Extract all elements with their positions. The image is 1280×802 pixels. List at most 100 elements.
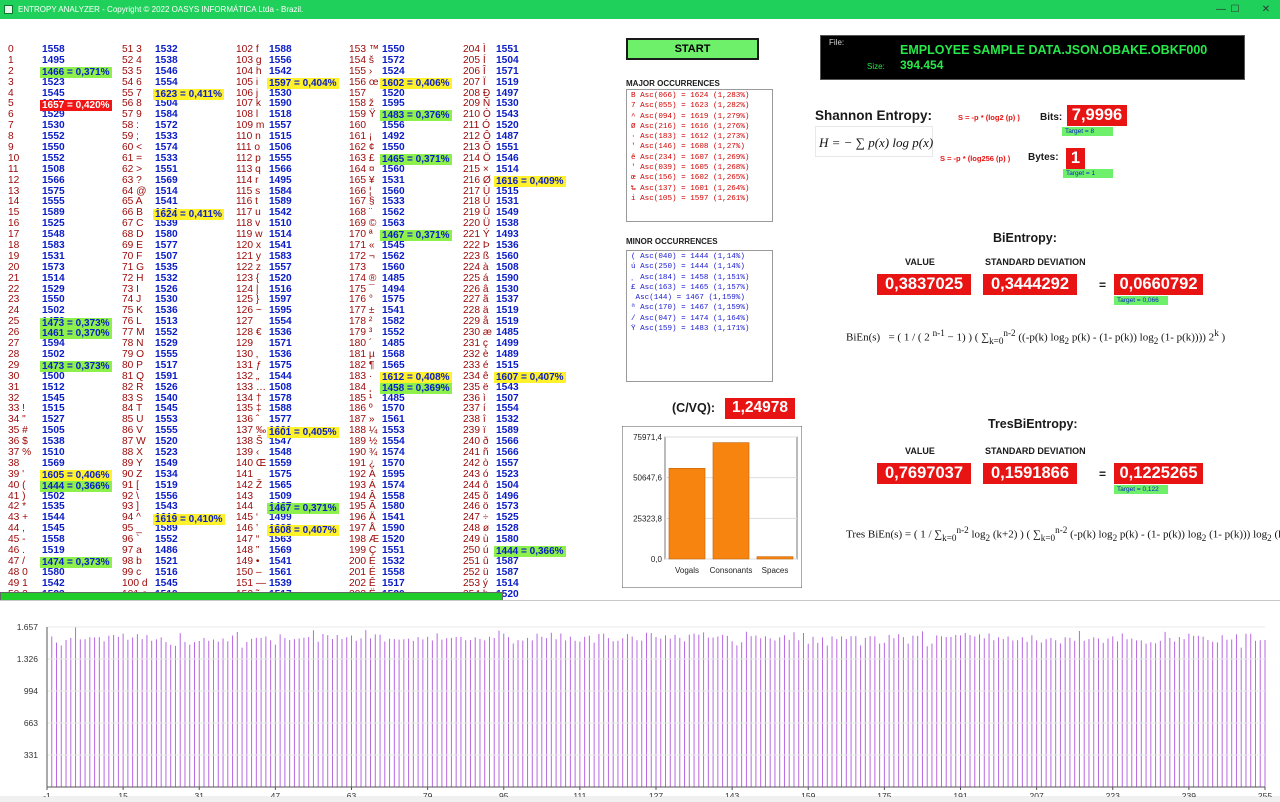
maximize-button[interactable]: ☐ [1221,0,1249,19]
minor-occurrence-item: / Asc(047) = 1474 (1,164%) [631,314,750,323]
bientropy-result: 0,0660792 [1114,274,1203,295]
bar [712,442,750,560]
frequency-graph: 1.657 1.326 994 663 331 -1 15 31 47 63 79 95 111 127 1… [0,600,1280,801]
y-tick-label: 25323,8 [633,514,662,523]
count-highlight: 1466 = 0,371% [40,66,112,78]
file-name: EMPLOYEE SAMPLE DATA.JSON.OBAKE.OBKF000 [900,43,1208,57]
minor-occurrences-title: MINOR OCCURRENCES [626,237,718,246]
close-button[interactable]: ✕ [1252,0,1280,19]
char-code: 3 [8,76,14,88]
char-code: 165 ¥ [349,174,375,186]
major-occurrence-item: 7 Asc(055) = 1623 (1,282%) [631,102,750,111]
count-highlight: 1607 = 0,407% [494,372,566,383]
graph-x-tick: 159 [801,791,815,797]
minor-occurrence-item: Ÿ Asc(159) = 1483 (1,171%) [631,325,750,334]
char-count: 1595 [382,468,405,480]
major-occurrence-item: ^ Asc(094) = 1619 (1,279%) [631,112,750,121]
graph-x-tick: -1 [43,791,51,797]
char-count: 1544 [269,370,292,382]
char-code: 244 ô [463,479,489,491]
graph-x-tick: 223 [1106,791,1120,797]
char-code: 202 Ê [349,577,376,589]
char-count: 1523 [42,76,65,88]
char-code: 30 [8,370,20,382]
bar [668,468,706,560]
char-code: 174 ® [349,272,377,284]
char-code: 82 R [122,381,144,393]
char-code: 216 Ø [463,174,491,186]
bientropy-formula: BiEn(s) = ( 1 / ( 2 n-1 − 1) ) ( ∑k=0n-2… [842,314,1244,363]
minor-occurrence-item: ª Asc(170) = 1467 (1,159%) [631,304,750,313]
bientropy-std: 0,3444292 [983,274,1077,295]
bientropy-std-label: STANDARD DEVIATION [985,257,1086,267]
start-button[interactable]: START [626,38,759,60]
char-count: 1591 [155,370,178,382]
graph-x-tick: 239 [1182,791,1196,797]
char-code: 31 [8,381,20,393]
shannon-formula: H = − ∑ p(x) log p(x) [815,126,933,157]
char-count: 1523 [496,468,519,480]
tresbientropy-equals: = [1099,467,1107,481]
char-code: 193 Á [349,479,376,491]
count-highlight: 1461 = 0,370% [40,328,112,340]
bientropy-value-label: VALUE [905,257,935,267]
file-label: File: [829,38,845,47]
minor-occurrence-item: ¸ Asc(184) = 1458 (1,151%) [631,273,750,282]
char-count: 1545 [155,577,178,589]
count-highlight: 1474 = 0,373% [40,557,112,569]
major-occurrence-item: œ Asc(156) = 1602 (1,265%) [631,174,750,183]
x-category-label: Spaces [762,566,789,575]
char-count: 1534 [155,468,178,480]
char-code: 39 ' [8,468,25,480]
frequency-bar-graph: 1.657 1.326 994 663 331 -1 15 31 47 63 79 95 111 127 1… [17,622,1273,801]
char-count: 1539 [269,577,292,589]
char-code: 114 r [236,174,259,186]
graph-x-tick: 31 [195,791,205,797]
main-client-area: 0155811495214663152341545516576152971530… [0,19,1280,801]
bits-target: Target = 8 [1062,127,1113,136]
bits-formula: S = -p * (log2 (p) ) [958,113,1020,122]
major-occurrence-item: B Asc(066) = 1624 (1,283%) [631,92,750,100]
app-icon [4,5,13,14]
count-highlight: 1444 = 0,366% [40,481,112,492]
graph-y-tick: 331 [24,750,38,760]
char-code: 81 Q [122,370,145,382]
minor-occurrences-list[interactable]: ( Asc(040) = 1444 (1,14%) ú Asc(250) = 14… [626,250,773,382]
bar [756,556,794,560]
char-code: 90 Z [122,468,143,480]
graph-x-tick: 175 [877,791,891,797]
graph-x-tick: 47 [271,791,281,797]
bytes-value: 1 [1066,148,1085,169]
char-count: 1532 [155,272,178,284]
major-occurrences-title: MAJOR OCCURRENCES [626,79,720,88]
char-count: 1542 [42,577,65,589]
char-count: 1504 [496,479,519,491]
graph-y-tick: 1.657 [17,622,39,632]
file-size: 394.454 [900,58,944,72]
graph-x-tick: 15 [118,791,128,797]
major-occurrence-item: i Asc(105) = 1597 (1,261%) [631,194,750,203]
count-highlight: 1608 = 0,407% [267,524,339,536]
major-occurrence-item: Ø Asc(216) = 1616 (1,276%) [631,122,750,131]
char-code: 21 [8,272,20,284]
count-highlight: 1616 = 0,409% [494,175,566,187]
char-code: 142 Ž [236,479,263,491]
minor-occurrence-item: Asc(144) = 1467 (1,159%) [631,294,745,303]
tresbientropy-std: 0,1591866 [983,463,1077,484]
count-highlight: 1623 = 0,411% [153,88,225,100]
char-code: 132 „ [236,370,260,382]
char-count: 1520 [269,272,292,284]
tresbientropy-formula: Tres BiEn(s) = ( 1 / ∑k=0n-2 log2 (k+2) … [842,512,1280,560]
title-bar: ENTROPY ANALYZER - Copyright © 2022 OASY… [0,0,1280,19]
minor-occurrence-item: ú Asc(250) = 1444 (1,14%) [631,263,745,272]
count-highlight: 1657 = 0,420% [40,99,112,111]
count-highlight: 1605 = 0,406% [40,470,112,482]
char-code: 253 ý [463,577,488,589]
count-highlight: 1467 = 0,371% [267,502,339,514]
char-code: 123 { [236,272,260,284]
bientropy-equals: = [1099,278,1107,292]
bytes-formula: S = -p * (log256 (p) ) [940,154,1011,163]
bientropy-value: 0,3837025 [877,274,971,295]
major-occurrences-list[interactable]: B Asc(066) = 1624 (1,283%) 7 Asc(055) = 1… [626,89,773,222]
major-occurrence-item: ' Asc(146) = 1608 (1,27%) [631,143,745,152]
